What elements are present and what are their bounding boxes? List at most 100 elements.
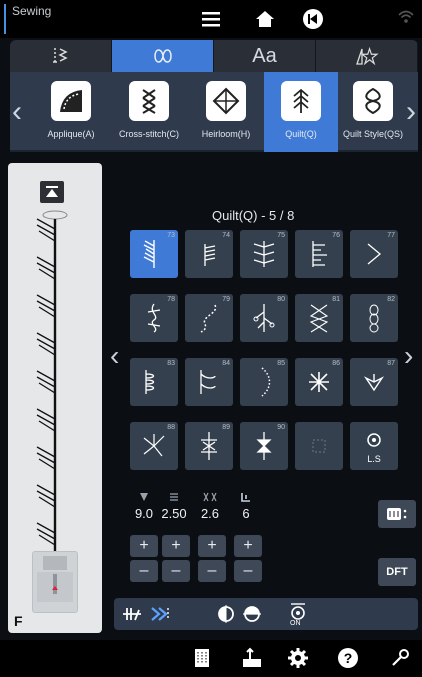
quilt-stitch-73-icon	[143, 240, 155, 268]
next-category-arrow[interactable]: ›	[404, 92, 418, 132]
quilt-stitch-77-icon	[367, 243, 382, 265]
length-plus-button[interactable]: +	[162, 535, 190, 557]
width-minus-button[interactable]: –	[130, 560, 158, 582]
density-icon	[203, 492, 217, 502]
stitch-82[interactable]: 82	[350, 294, 398, 342]
settings-gear-icon[interactable]	[286, 646, 310, 670]
quilt-stitch-90-icon	[256, 432, 272, 460]
tie-off-icon[interactable]	[120, 602, 144, 626]
quilt-stitch-80-icon	[253, 304, 275, 332]
density-param: 2.6	[196, 490, 224, 521]
density-minus-button[interactable]: –	[198, 560, 226, 582]
default-button[interactable]: DFT	[378, 558, 416, 586]
tab-utility-stitch[interactable]	[10, 40, 112, 72]
stitch-75[interactable]: 75	[240, 230, 288, 278]
tension-plus-button[interactable]: +	[234, 535, 262, 557]
flip-vertical-icon[interactable]	[240, 602, 264, 626]
tension-minus-button[interactable]: –	[234, 560, 262, 582]
category-applique[interactable]: Applique(A)	[32, 72, 110, 152]
quilt-stitch-89-icon	[201, 432, 217, 460]
move-to-top-button[interactable]	[40, 181, 64, 203]
bottom-nav: ?	[0, 640, 422, 677]
svg-text:?: ?	[344, 650, 353, 666]
stitch-73[interactable]: 73	[130, 230, 178, 278]
width-plus-button[interactable]: +	[130, 535, 158, 557]
quilt-stitch-76-icon	[312, 241, 327, 267]
tension-dial-icon[interactable]	[190, 646, 214, 670]
mirror-icon[interactable]	[214, 602, 238, 626]
stitch-empty	[295, 422, 343, 470]
quilt-stitch-88-icon	[143, 434, 165, 457]
quilt-stitch-75-icon	[253, 241, 275, 267]
stitch-78[interactable]: 78	[130, 294, 178, 342]
stitch-74[interactable]: 74	[185, 230, 233, 278]
heirloom-icon	[212, 87, 240, 115]
category-heirloom[interactable]: Heirloom(H)	[188, 72, 264, 152]
stitch-77[interactable]: 77	[350, 230, 398, 278]
category-tabs: Aa	[10, 40, 418, 72]
quilt-style-icon	[365, 87, 381, 115]
quilt-stitch-84-icon	[200, 370, 216, 394]
category-quilt-style[interactable]: Quilt Style(QS)	[338, 72, 408, 152]
category-quilt[interactable]: Quilt(Q)	[264, 72, 338, 152]
stitch-86[interactable]: 86	[295, 358, 343, 406]
quilt-stitch-79-icon	[200, 304, 217, 333]
stitch-87[interactable]: 87	[350, 358, 398, 406]
stitch-76[interactable]: 76	[295, 230, 343, 278]
help-icon[interactable]: ?	[336, 646, 360, 670]
stitch-preview-image	[36, 210, 68, 561]
quilt-stitch-82-icon	[369, 304, 379, 333]
width-param: 9.0	[130, 490, 158, 521]
stitch-83[interactable]: 83	[130, 358, 178, 406]
tension-icon	[241, 493, 250, 502]
tab-letters[interactable]: Aa	[214, 40, 316, 72]
density-plus-button[interactable]: +	[198, 535, 226, 557]
stitch-88[interactable]: 88	[130, 422, 178, 470]
category-cross-stitch[interactable]: Cross-stitch(C)	[110, 72, 188, 152]
length-minus-button[interactable]: –	[162, 560, 190, 582]
applique-icon	[60, 90, 82, 112]
quilt-stitch-85-icon	[261, 367, 271, 397]
stitch-81[interactable]: 81	[295, 294, 343, 342]
cross-stitch-icon	[142, 89, 156, 114]
stitch-preview-panel: F	[8, 163, 102, 633]
stitch-84[interactable]: 84	[185, 358, 233, 406]
long-stitch-label: L.S	[367, 454, 381, 464]
home-icon[interactable]	[254, 8, 276, 30]
stitch-page-title: Quilt(Q) - 5 / 8	[212, 208, 295, 223]
presser-foot-letter: F	[14, 613, 23, 629]
stitch-star-icon	[355, 46, 379, 66]
menu-icon[interactable]	[200, 8, 222, 30]
back-icon[interactable]	[302, 8, 324, 30]
tools-wrench-icon[interactable]	[388, 646, 412, 670]
stitch-79[interactable]: 79	[185, 294, 233, 342]
stitch-90[interactable]: 90	[240, 422, 288, 470]
stitch-category-bar: ‹ Applique(A) Cross-stitch(C) Heirloom(H…	[10, 72, 418, 152]
prev-category-arrow[interactable]: ‹	[10, 92, 24, 132]
reinforce-icon[interactable]	[148, 602, 172, 626]
stitch-80[interactable]: 80	[240, 294, 288, 342]
settings-adjust-button[interactable]	[378, 500, 416, 528]
prev-page-arrow[interactable]: ‹	[110, 340, 119, 372]
needle-stop-on-label: ON	[290, 620, 301, 627]
stitch-85[interactable]: 85	[240, 358, 288, 406]
quilt-stitch-87-icon	[363, 374, 385, 392]
empty-slot-icon	[312, 439, 326, 453]
bobbin-winding-icon[interactable]	[240, 646, 264, 670]
tab-my-designs[interactable]	[316, 40, 418, 72]
presser-foot-image	[32, 551, 78, 613]
quilt-stitch-83-icon	[145, 370, 155, 394]
move-to-top-icon	[46, 186, 58, 197]
quilt-stitch-81-icon	[309, 304, 329, 333]
stitch-tools-bar: ON	[114, 598, 418, 630]
long-stitch-button[interactable]: L.S	[350, 422, 398, 470]
decorative-stitch-icon	[153, 49, 172, 63]
wifi-icon	[398, 10, 414, 29]
tab-decorative-stitch[interactable]	[112, 40, 214, 72]
next-page-arrow[interactable]: ›	[404, 340, 413, 372]
mode-label: Sewing	[4, 4, 51, 34]
status-bar: Sewing	[0, 0, 422, 38]
quilt-stitch-74-icon	[204, 244, 216, 266]
quilt-stitch-78-icon	[147, 303, 161, 333]
stitch-89[interactable]: 89	[185, 422, 233, 470]
